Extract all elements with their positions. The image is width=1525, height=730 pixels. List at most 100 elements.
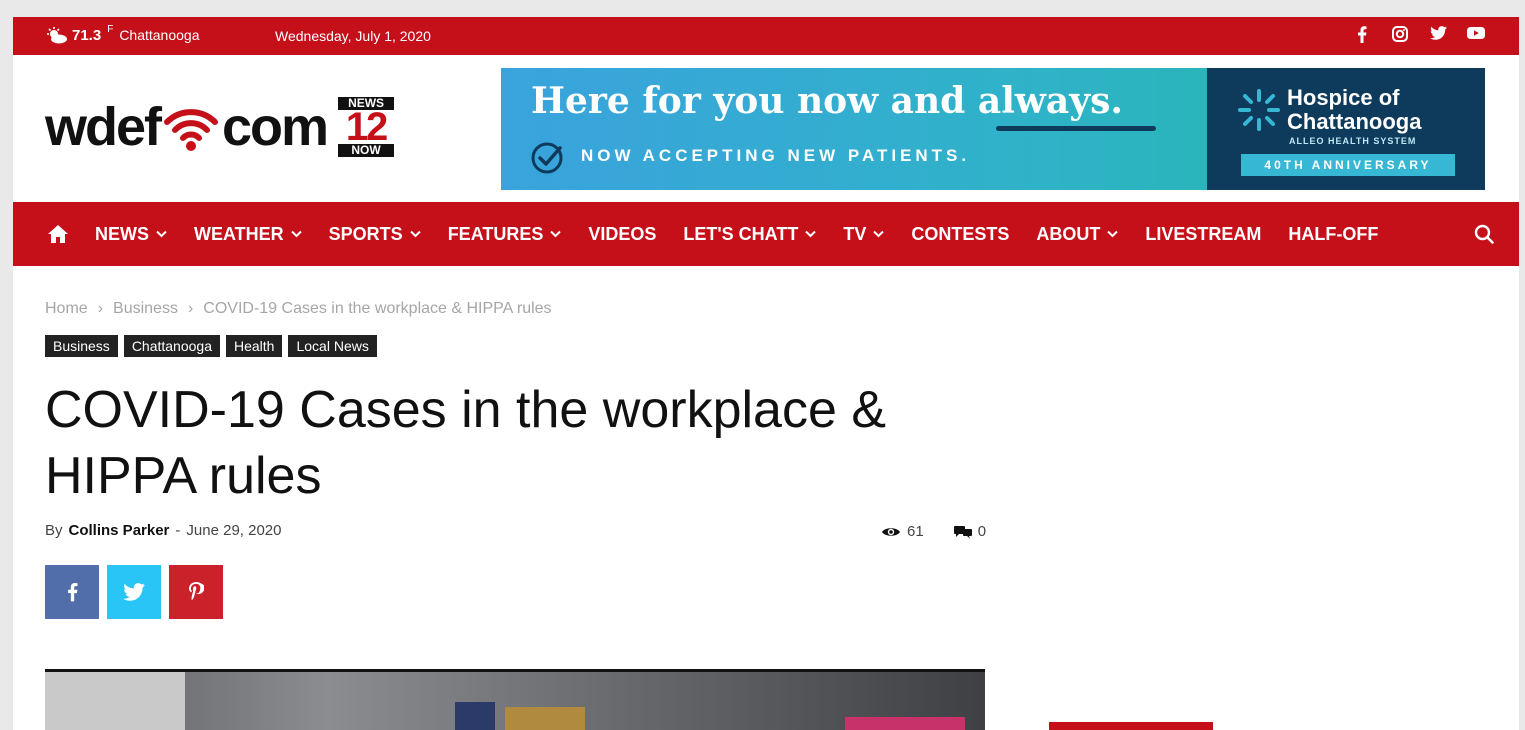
nav-item-label: CONTESTS [911,223,1010,244]
image-region [455,702,495,730]
pinterest-icon [189,582,204,601]
byline-prefix: By [45,522,63,539]
nav-item-weather[interactable]: WEATHER [194,224,302,245]
nav-item-label: NEWS [95,223,149,244]
chevron-down-icon [290,230,302,238]
nav-item-news[interactable]: NEWS [95,224,167,245]
nav-item-videos[interactable]: VIDEOS [588,224,656,245]
tag-health[interactable]: Health [226,335,283,357]
nav-item-label: VIDEOS [588,223,657,244]
nav-item-label: ABOUT [1036,223,1101,244]
nav-item-label: FEATURES [447,223,544,244]
category-tags: Business Chattanooga Health Local News [45,335,377,357]
nav-item-label: HALF-OFF [1288,223,1379,244]
ad-underline [996,126,1156,131]
nav-item-about[interactable]: ABOUT [1036,223,1119,245]
author-link[interactable]: Collins Parker [69,522,170,539]
chevron-down-icon [156,230,167,238]
article-title: COVID-19 Cases in the workplace & HIPPA … [45,381,887,505]
nav-item-let-s-chatt[interactable]: LET'S CHATT [683,223,817,245]
ad-headline: Here for you now and always. [531,80,1123,122]
nav-item-sports[interactable]: SPORTS [329,224,421,245]
eye-icon [882,527,900,536]
top-bar: 71.3 F Chattanooga Wednesday, July 1, 20… [13,17,1519,55]
ad-banner[interactable]: Here for you now and always. NOW ACCEPTI… [501,68,1485,190]
badge-now: NOW [338,144,395,157]
hospice-logo-icon [1238,89,1280,131]
image-region [505,707,585,730]
breadcrumb-separator: › [187,300,194,317]
instagram-icon[interactable] [1391,26,1409,46]
twitter-icon [123,583,145,601]
breadcrumb-separator: › [97,300,104,317]
ad-org-panel: Hospice of Chattanooga ALLEO HEALTH SYST… [1207,68,1485,190]
logo-com: com [222,97,329,157]
byline-dash: - [175,522,181,539]
chevron-down-icon [805,230,817,238]
breadcrumb-current: COVID-19 Cases in the workplace & HIPPA … [203,300,552,317]
nav-item-label: LET'S CHATT [683,223,799,244]
comments-count: 0 [977,523,987,540]
chevron-down-icon [550,230,562,238]
badge-12: 12 [345,105,388,149]
comments-counter[interactable]: 0 [953,523,987,540]
chevron-down-icon [409,230,421,238]
image-region [45,672,185,730]
nav-item-label: WEATHER [194,223,284,244]
tag-local-news[interactable]: Local News [288,335,377,357]
article-stats: 61 0 [881,523,1016,540]
social-links [1353,26,1485,46]
nav-item-features[interactable]: FEATURES [448,224,562,245]
ad-org-system: ALLEO HEALTH SYSTEM [1289,136,1417,146]
facebook-icon[interactable] [1353,26,1371,46]
search-icon[interactable] [1474,224,1494,244]
chevron-down-icon [873,230,885,238]
partly-cloudy-icon [47,27,67,44]
temperature-value: 71.3 [72,27,102,44]
check-circle-icon [531,142,563,174]
nav-item-half-off[interactable]: HALF-OFF [1288,224,1378,245]
main-nav: NEWS WEATHER SPORTS FEATURES VIDEOS LET'S CHA… [13,202,1519,266]
views-count: 61 [907,523,924,540]
nav-menu: NEWS WEATHER SPORTS FEATURES VIDEOS LET'S CHA… [95,202,1405,266]
ad-anniversary-ribbon: 40TH ANNIVERSARY [1241,154,1455,176]
share-twitter-button[interactable] [107,565,161,619]
weather-city: Chattanooga [119,27,200,43]
home-icon[interactable] [47,224,69,244]
breadcrumb-home[interactable]: Home [45,300,88,318]
nav-item-contests[interactable]: CONTESTS [911,224,1009,245]
current-date: Wednesday, July 1, 2020 [275,28,431,44]
twitter-icon[interactable] [1429,26,1447,46]
article-meta: By Collins Parker - June 29, 2020 [45,522,282,539]
youtube-icon[interactable] [1467,26,1485,46]
site-logo[interactable]: wdef com NEWS 12 NOW [45,97,395,157]
article-date: June 29, 2020 [186,522,282,539]
tag-chattanooga[interactable]: Chattanooga [123,335,220,357]
ad-subline: NOW ACCEPTING NEW PATIENTS. [581,146,971,165]
share-pinterest-button[interactable] [169,565,223,619]
facebook-icon [67,582,77,602]
nav-item-label: LIVESTREAM [1145,223,1262,244]
breadcrumb: Home › Business › COVID-19 Cases in the … [45,300,552,318]
weather-widget: 71.3 F Chattanooga [46,24,200,45]
chevron-down-icon [1107,230,1119,238]
logo-wdef: wdef [45,97,162,157]
nav-item-label: TV [843,223,867,244]
sidebar-widget-header [1049,722,1213,730]
breadcrumb-section[interactable]: Business [113,300,178,318]
article-featured-image [45,669,985,730]
nav-item-label: SPORTS [328,223,403,244]
comments-icon [953,525,972,538]
wifi-icon [164,109,219,151]
nav-item-livestream[interactable]: LIVESTREAM [1145,224,1261,245]
news12-badge: NEWS 12 NOW [337,97,395,157]
ad-org-line2: Chattanooga [1287,109,1422,134]
nav-item-tv[interactable]: TV [843,223,885,245]
ad-org-line1: Hospice of [1287,85,1400,110]
views-counter: 61 [881,523,924,540]
share-facebook-button[interactable] [45,565,99,619]
temperature-unit: F [107,24,114,35]
tag-business[interactable]: Business [45,335,118,357]
image-region [845,717,965,730]
share-buttons [45,565,223,619]
